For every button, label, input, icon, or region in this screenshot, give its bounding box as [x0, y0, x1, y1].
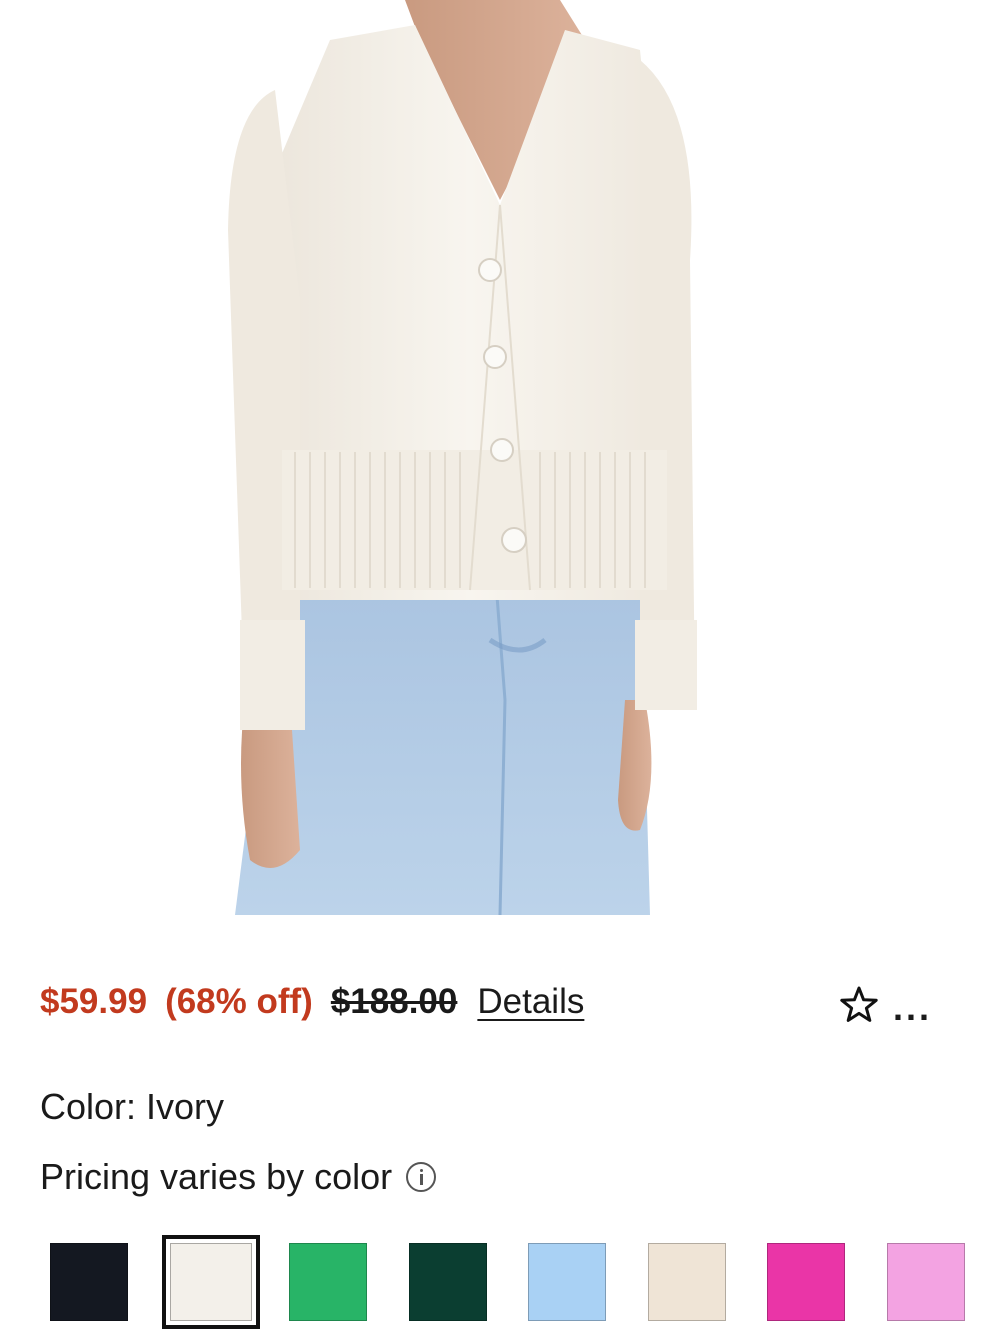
star-outline-icon[interactable] [838, 984, 880, 1026]
product-image[interactable] [0, 0, 1000, 940]
color-swatch-oatmeal[interactable] [648, 1243, 726, 1321]
selected-color-label: Color: Ivory [40, 1086, 225, 1127]
color-swatch-green[interactable] [289, 1243, 367, 1321]
info-icon[interactable] [406, 1162, 437, 1192]
color-swatch-ivory-selected[interactable] [162, 1235, 260, 1329]
more-options-button[interactable]: ... [893, 990, 932, 1026]
color-swatch-fill [170, 1243, 252, 1321]
original-price: $188.00 [330, 982, 458, 1021]
color-swatch-black[interactable] [50, 1243, 128, 1321]
pricing-note: Pricing varies by color [40, 1156, 437, 1198]
color-swatch-hot-pink[interactable] [767, 1243, 845, 1321]
color-swatch-dark-green[interactable] [409, 1243, 487, 1321]
discount-percent: (68% off) [165, 982, 313, 1021]
details-link[interactable]: Details [477, 982, 584, 1022]
cardigan-photo [228, 0, 697, 916]
sale-price: $59.99 [40, 982, 148, 1021]
color-swatch-light-blue[interactable] [528, 1243, 606, 1321]
price-row: $59.99 (68% off) $188.00 Details [40, 972, 960, 1032]
pricing-note-text: Pricing varies by color [40, 1156, 393, 1197]
color-swatch-light-pink[interactable] [887, 1243, 965, 1321]
color-swatches [50, 1235, 980, 1329]
